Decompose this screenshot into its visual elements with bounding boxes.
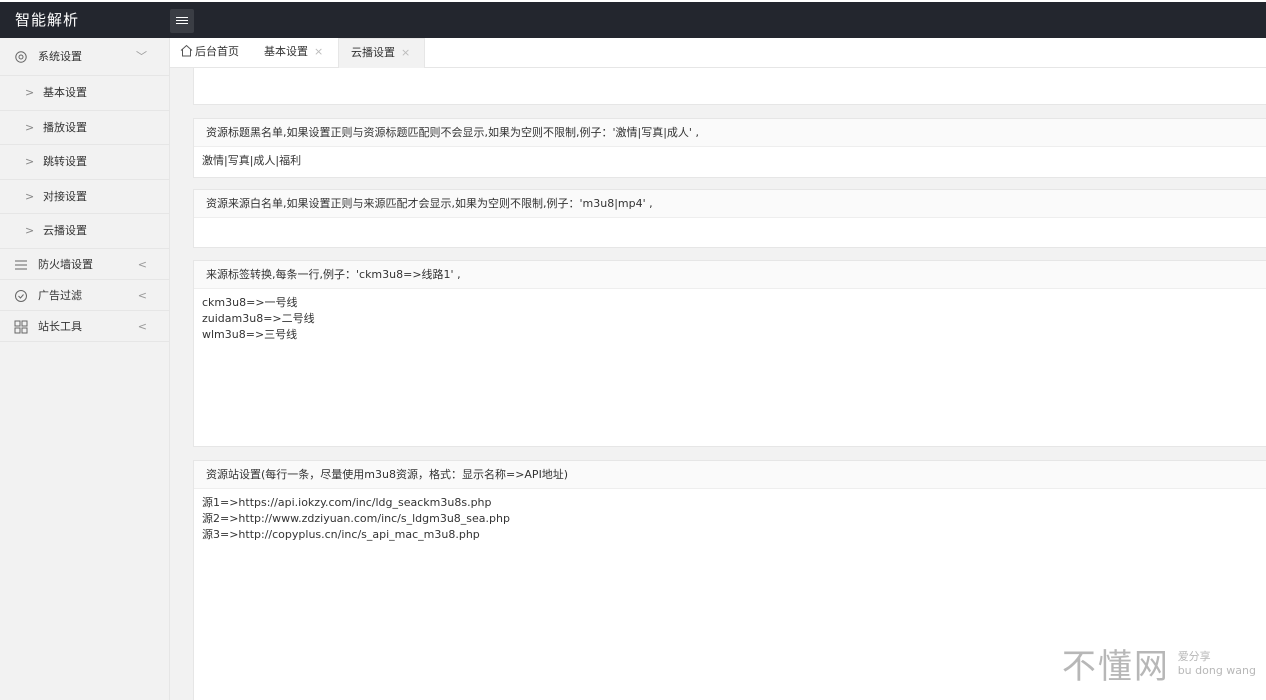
top-bar: 智能解析 <box>0 0 1266 38</box>
watermark: 不懂网 爱分享 bu dong wang <box>1062 639 1256 688</box>
settings-panel <box>193 68 1266 105</box>
chevron-right-icon: > <box>25 189 35 203</box>
chevron-left-icon: < <box>137 257 147 271</box>
panel-header: 资源来源白名单,如果设置正则与来源匹配才会显示,如果为空则不限制,例子：'m3u… <box>194 190 1266 218</box>
sidebar-group-webmaster-tools[interactable]: 站长工具 < <box>0 311 169 342</box>
chevron-right-icon: > <box>25 120 35 134</box>
sidebar-item-play[interactable]: > 播放设置 <box>0 111 169 145</box>
sidebar-item-label: 基本设置 <box>43 86 87 99</box>
panel-header: 资源站设置(每行一条，尽量使用m3u8资源，格式：显示名称=>API地址) <box>194 461 1266 489</box>
tab-home[interactable]: 后台首页 <box>180 38 239 68</box>
close-icon[interactable]: × <box>314 45 323 58</box>
sidebar: 系统设置 ﹀ > 基本设置 > 播放设置 > 跳转设置 > 对接设置 > 云播设… <box>0 38 170 700</box>
app-logo: 智能解析 <box>15 11 80 29</box>
tab-cloud-settings[interactable]: 云播设置 × <box>338 38 425 69</box>
settings-panel: 资源标题黑名单,如果设置正则与资源标题匹配则不会显示,如果为空则不限制,例子：'… <box>193 118 1266 178</box>
settings-panel: 来源标签转换,每条一行,例子：'ckm3u8=>线路1' , ckm3u8=>一… <box>193 260 1266 447</box>
chevron-left-icon: < <box>137 288 147 302</box>
tab-basic-settings[interactable]: 基本设置 × <box>264 38 323 68</box>
close-icon[interactable]: × <box>401 46 410 59</box>
sidebar-group-ad-filter[interactable]: 广告过滤 < <box>0 280 169 311</box>
sidebar-item-label: 播放设置 <box>43 120 87 134</box>
settings-textarea[interactable]: 源1=>https://api.iokzy.com/inc/ldg_seackm… <box>194 489 1266 549</box>
chevron-down-icon: ﹀ <box>136 50 147 63</box>
sidebar-item-label: 跳转设置 <box>43 155 87 168</box>
sidebar-group-firewall[interactable]: 防火墙设置 < <box>0 249 169 280</box>
settings-textarea[interactable]: ckm3u8=>一号线 zuidam3u8=>二号线 wlm3u8=>三号线 <box>194 289 1266 349</box>
chevron-right-icon: > <box>25 224 35 237</box>
panel-header: 来源标签转换,每条一行,例子：'ckm3u8=>线路1' , <box>194 261 1266 289</box>
tab-label: 基本设置 <box>264 45 308 58</box>
settings-textarea[interactable]: 激情|写真|成人|福利 <box>194 147 1266 175</box>
chevron-right-icon: > <box>25 155 35 168</box>
tab-label: 云播设置 <box>351 46 395 59</box>
sidebar-group-label: 系统设置 <box>38 50 82 63</box>
home-icon <box>180 44 193 57</box>
chevron-right-icon: > <box>25 86 35 99</box>
settings-textarea[interactable] <box>194 218 1266 230</box>
menu-toggle-button[interactable] <box>170 9 194 33</box>
watermark-text: 不懂网 <box>1061 647 1170 687</box>
sidebar-item-cloud[interactable]: > 云播设置 <box>0 214 169 249</box>
sidebar-item-redirect[interactable]: > 跳转设置 <box>0 145 169 180</box>
sidebar-group-label: 防火墙设置 <box>38 257 93 271</box>
grid-icon <box>14 320 28 333</box>
tab-bar: 后台首页 基本设置 × 云播设置 × <box>170 38 1266 69</box>
sidebar-item-label: 云播设置 <box>43 224 87 237</box>
sidebar-group-label: 广告过滤 <box>38 288 82 302</box>
list-icon <box>15 260 27 269</box>
sidebar-item-label: 对接设置 <box>43 189 87 203</box>
sidebar-item-basic[interactable]: > 基本设置 <box>0 76 169 111</box>
hamburger-icon <box>176 17 188 18</box>
settings-textarea[interactable] <box>194 68 1266 104</box>
panel-header: 资源标题黑名单,如果设置正则与资源标题匹配则不会显示,如果为空则不限制,例子：'… <box>194 119 1266 147</box>
sidebar-group-system[interactable]: 系统设置 ﹀ <box>0 38 169 76</box>
check-circle-icon <box>15 289 27 302</box>
gear-icon <box>15 51 27 63</box>
tab-label: 后台首页 <box>195 45 239 58</box>
settings-panel: 资源来源白名单,如果设置正则与来源匹配才会显示,如果为空则不限制,例子：'m3u… <box>193 189 1266 248</box>
sidebar-group-label: 站长工具 <box>38 319 82 333</box>
main-content: 资源标题黑名单,如果设置正则与资源标题匹配则不会显示,如果为空则不限制,例子：'… <box>170 68 1266 700</box>
watermark-subtext: 爱分享 bu dong wang <box>1177 649 1256 677</box>
sidebar-item-connect[interactable]: > 对接设置 <box>0 180 169 214</box>
chevron-left-icon: < <box>137 319 147 333</box>
